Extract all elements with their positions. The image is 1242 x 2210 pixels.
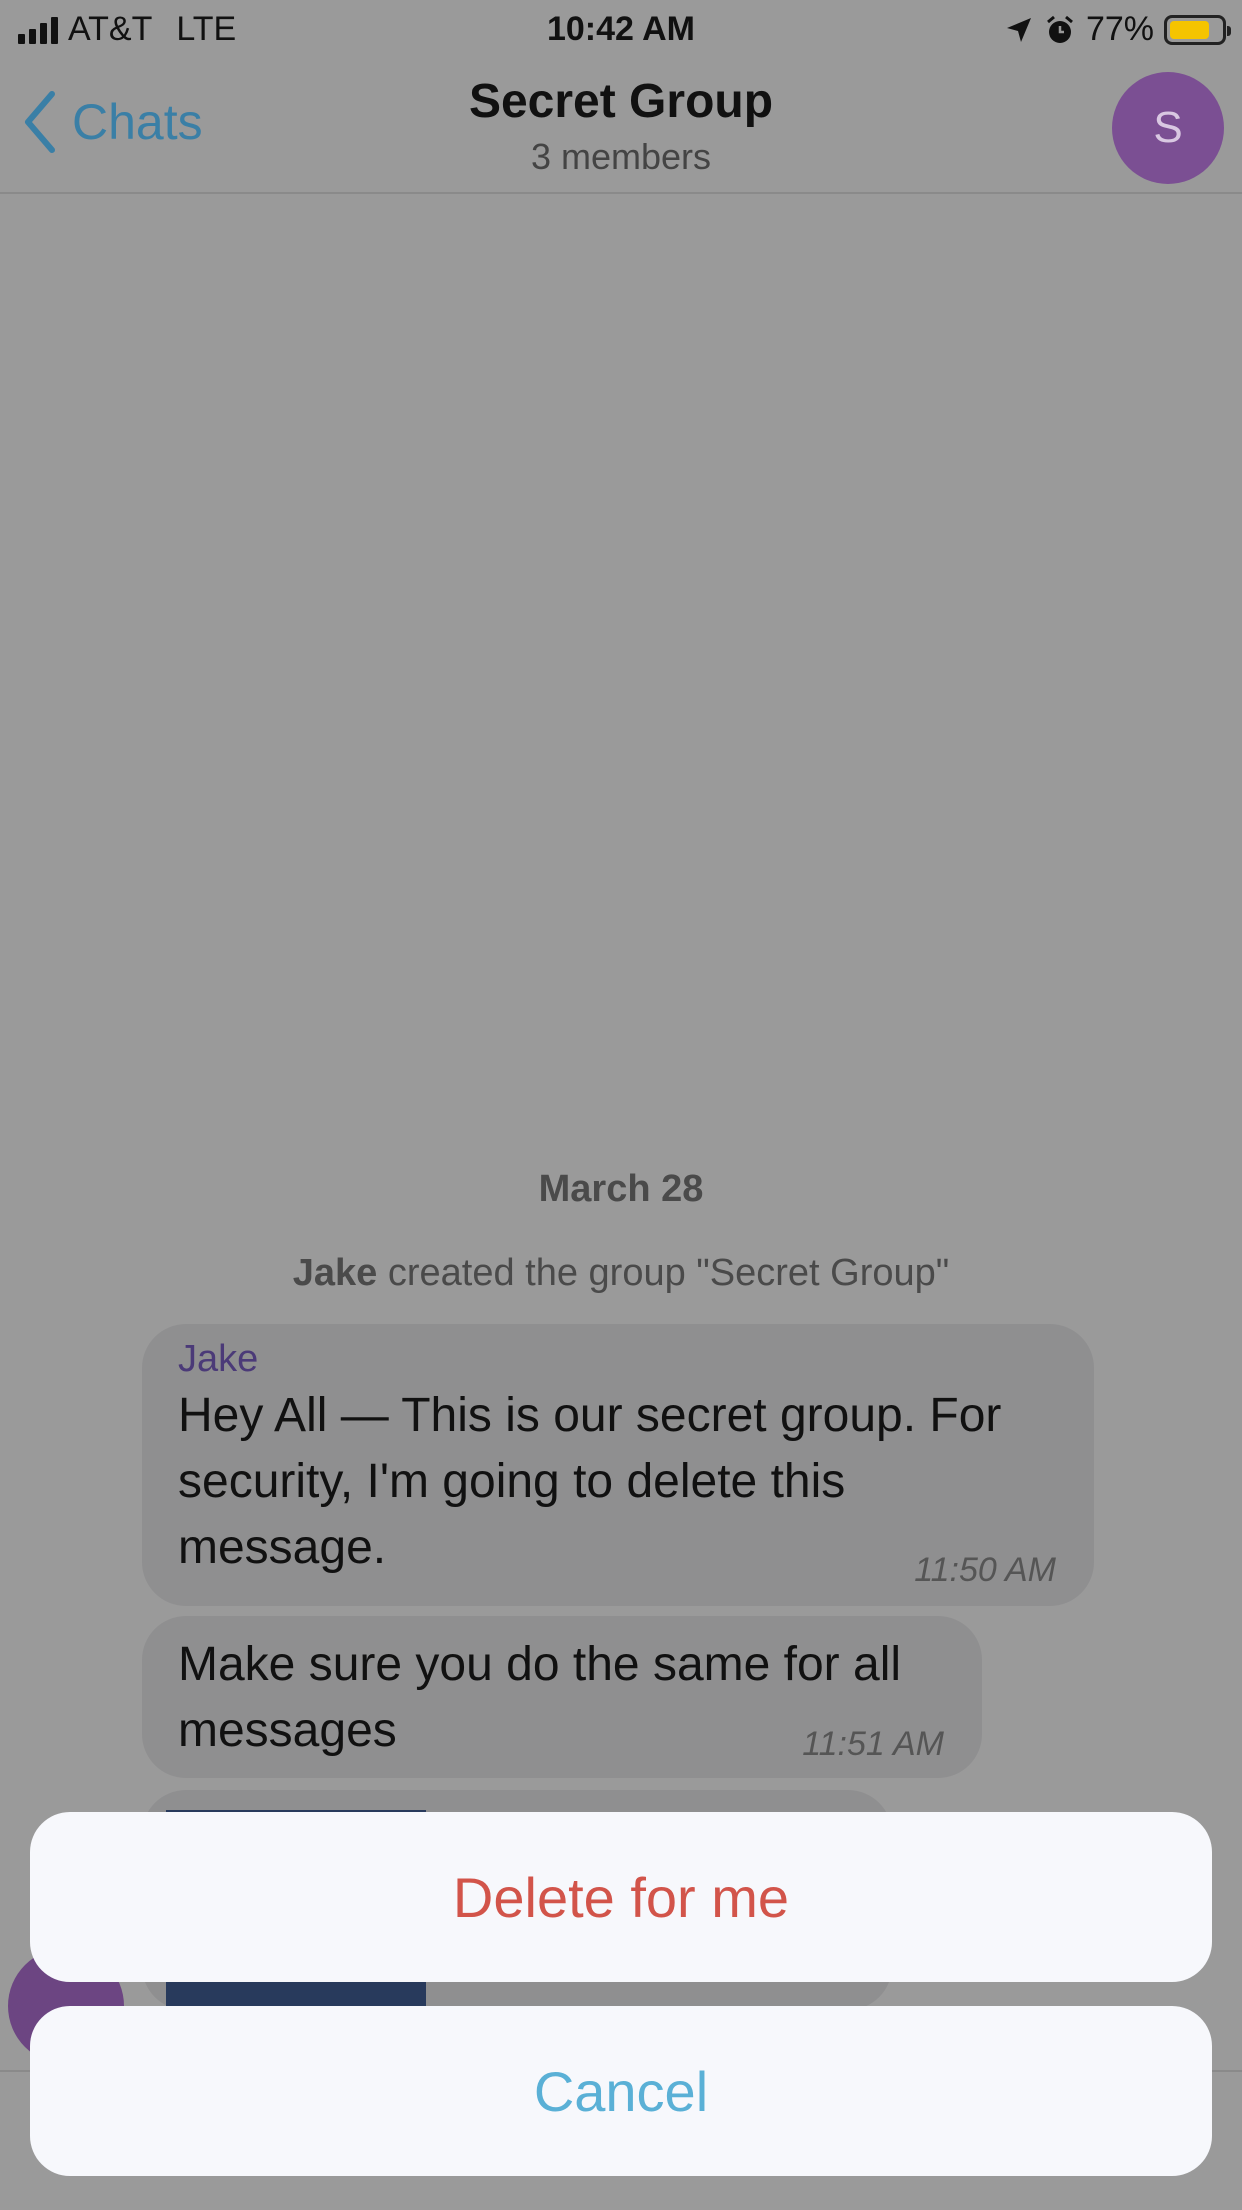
message-bubble[interactable]: Make sure you do the same for all messag… [142, 1616, 982, 1778]
message-sender: Jake [178, 1338, 259, 1380]
delete-for-me-button[interactable]: Delete for me [30, 1812, 1212, 1982]
system-message-text: created the group "Secret Group" [387, 1252, 950, 1294]
cancel-button[interactable]: Cancel [30, 2006, 1212, 2176]
location-arrow-icon [1006, 17, 1031, 42]
system-message-actor: Jake [292, 1252, 378, 1294]
message-time: 11:50 AM [914, 1551, 1056, 1589]
status-bar: AT&T LTE 10:42 AM 77% [0, 0, 1242, 60]
group-avatar[interactable]: S [1112, 72, 1224, 184]
battery-icon [1164, 14, 1231, 45]
battery-percent: 77% [1085, 10, 1154, 48]
alarm-icon [1046, 15, 1073, 43]
system-message: Jake created the group "Secret Group" [0, 1252, 1242, 1295]
nav-bar: Chats Secret Group 3 members S [0, 60, 1242, 194]
members-count: 3 members [530, 136, 712, 177]
message-time: 11:51 AM [802, 1725, 944, 1763]
battery-fill [1170, 20, 1209, 39]
status-right: 77% [1004, 10, 1231, 49]
message-bubble[interactable]: Jake Hey All — This is our secret group.… [142, 1324, 1094, 1606]
date-separator: March 28 [538, 1168, 704, 1210]
chat-title[interactable]: Secret Group [0, 74, 1242, 129]
